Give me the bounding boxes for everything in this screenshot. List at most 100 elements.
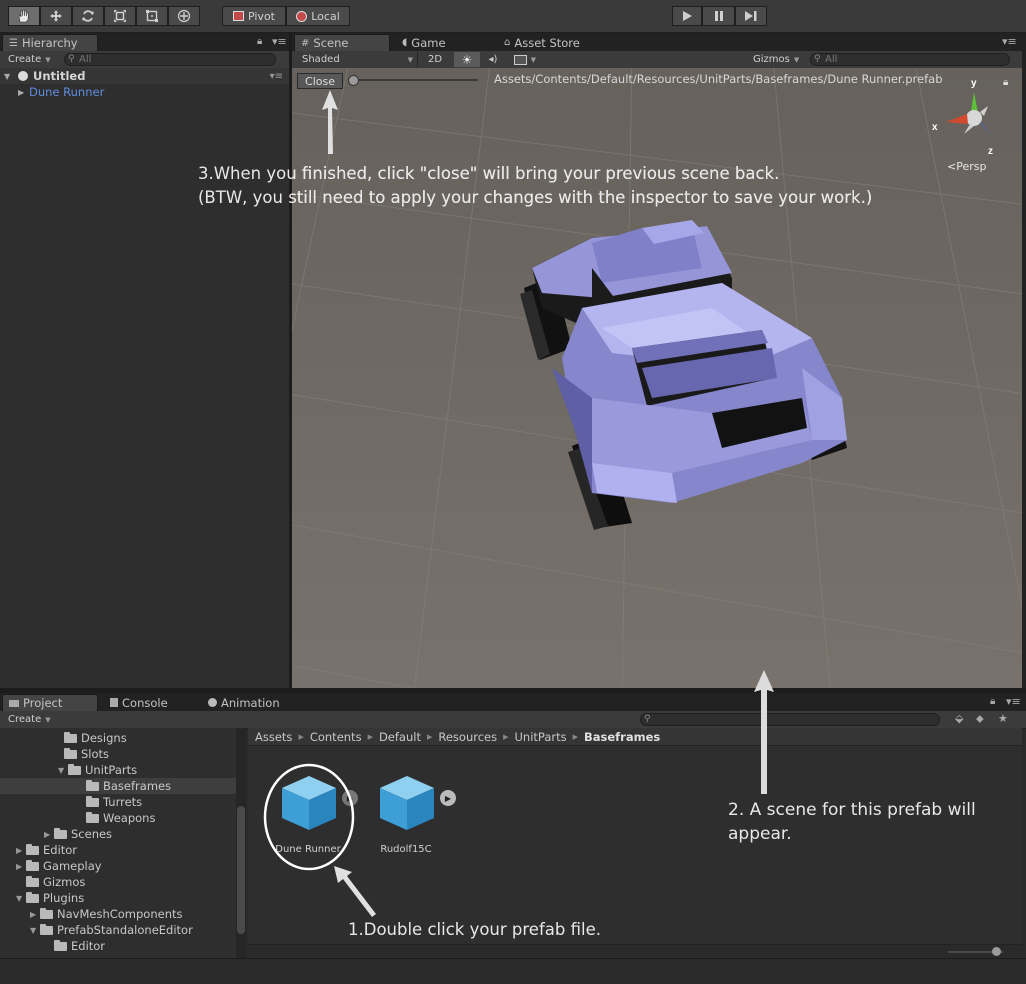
expand-prefab-button[interactable]: ▶ [440, 790, 456, 806]
pivot-toggles: Pivot Local [222, 6, 350, 26]
tab-scene[interactable]: # Scene [294, 34, 390, 51]
scene-row[interactable]: ▼ Untitled ▾≡ [0, 68, 289, 84]
rect-transform-icon [146, 10, 158, 22]
tree-item-editor[interactable]: ▶ Editor [16, 842, 77, 858]
shading-mode-dropdown[interactable]: Shaded ▼ [296, 52, 418, 67]
scene-viewport[interactable]: Close Assets/Contents/Default/Resources/… [292, 68, 1022, 688]
tree-arrow-icon[interactable]: ▼ [58, 766, 68, 775]
tree-item-gizmos[interactable]: Gizmos [16, 874, 85, 890]
tree-item-baseframes[interactable]: Baseframes [0, 778, 236, 794]
breadcrumb-item[interactable]: UnitParts [515, 730, 567, 744]
tree-arrow-icon[interactable]: ▼ [16, 894, 26, 903]
tree-scrollbar[interactable] [236, 728, 246, 958]
tree-item-editor-sub[interactable]: Editor [44, 938, 105, 954]
tree-item-prefabstandaloneeditor[interactable]: ▼ PrefabStandaloneEditor [30, 922, 193, 938]
tree-item-weapons[interactable]: Weapons [76, 810, 155, 826]
tree-item-gameplay[interactable]: ▶ Gameplay [16, 858, 102, 874]
tab-animation[interactable]: Animation [202, 694, 286, 711]
filter-type-icon[interactable]: ⬙ [955, 712, 963, 725]
2d-toggle[interactable]: 2D [422, 52, 448, 67]
breadcrumb-current[interactable]: Baseframes [584, 730, 660, 744]
hierarchy-item-dune-runner[interactable]: ▶ Dune Runner [0, 84, 289, 100]
chevron-right-icon: ▶ [572, 732, 578, 741]
image-icon [514, 54, 527, 65]
annotation-step3-line1-overlay: 3.When you finished, click "close" will … [198, 164, 780, 183]
step-button[interactable] [735, 6, 767, 26]
tree-item-navmeshcomponents[interactable]: ▶ NavMeshComponents [30, 906, 183, 922]
scene-search-input[interactable]: ⚲ All [810, 53, 1010, 66]
breadcrumb-item[interactable]: Contents [310, 730, 362, 744]
pause-button[interactable] [702, 6, 735, 26]
favorite-star-icon[interactable]: ★ [998, 712, 1008, 725]
tree-item-scenes[interactable]: ▶ Scenes [44, 826, 112, 842]
project-create-dropdown[interactable]: Create ▼ [2, 712, 57, 727]
close-prefab-button[interactable]: Close [297, 73, 343, 89]
sun-icon: ☀ [461, 52, 473, 67]
breadcrumb-item[interactable]: Assets [255, 730, 292, 744]
local-button[interactable]: Local [286, 6, 350, 26]
zoom-slider-handle[interactable] [348, 75, 359, 86]
assets-footer [248, 944, 1022, 959]
tree-arrow-icon[interactable]: ▶ [16, 846, 26, 855]
tab-asset-store[interactable]: ⌂ Asset Store [498, 34, 586, 51]
perspective-toggle[interactable]: <Persp [947, 160, 986, 173]
hand-icon [18, 9, 29, 23]
lighting-toggle[interactable]: ☀ [454, 52, 480, 67]
scale-tool-button[interactable] [104, 6, 136, 26]
hierarchy-create-dropdown[interactable]: Create ▼ [2, 52, 57, 67]
rect-tool-button[interactable] [136, 6, 168, 26]
folder-icon [40, 923, 53, 935]
move-tool-button[interactable] [40, 6, 72, 26]
lock-icon[interactable]: 🔒︎ [257, 36, 262, 47]
lock-icon[interactable]: 🔒︎ [990, 696, 995, 707]
panel-menu-icon[interactable]: ▾≡ [272, 35, 287, 48]
orientation-gizmo[interactable]: y x z [924, 78, 1004, 158]
hand-tool-button[interactable] [8, 6, 40, 26]
tree-item-designs[interactable]: Designs [54, 730, 127, 746]
rotate-tool-button[interactable] [72, 6, 104, 26]
zoom-slider[interactable] [348, 79, 478, 81]
tab-hierarchy[interactable]: ☰ Hierarchy [2, 34, 98, 51]
folder-icon [54, 939, 67, 951]
folder-icon [86, 811, 99, 823]
tree-item-slots[interactable]: Slots [54, 746, 109, 762]
tree-arrow-icon[interactable]: ▶ [16, 862, 26, 871]
tree-arrow-icon[interactable]: ▶ [30, 910, 40, 919]
transform-tools [8, 6, 200, 26]
rotate-icon [82, 10, 94, 22]
breadcrumb-item[interactable]: Resources [438, 730, 497, 744]
project-search-input[interactable]: ⚲ [640, 713, 940, 726]
project-tabbar: Project Console Animation 🔒︎ ▾≡ [0, 693, 1026, 711]
step-icon [745, 11, 757, 21]
icon-size-slider-handle[interactable] [992, 947, 1001, 956]
tree-arrow-icon[interactable]: ▼ [30, 926, 40, 935]
scene-panel-menu-icon[interactable]: ▾≡ [1002, 35, 1017, 48]
pivot-button[interactable]: Pivot [222, 6, 286, 26]
expand-arrow-icon[interactable]: ▶ [18, 88, 28, 97]
gizmos-dropdown[interactable]: Gizmos ▼ [747, 52, 805, 67]
tab-console[interactable]: Console [104, 694, 174, 711]
tree-item-unitparts[interactable]: ▼ UnitParts [58, 762, 137, 778]
audio-toggle[interactable]: ◂) [480, 52, 506, 67]
breadcrumb-item[interactable]: Default [379, 730, 421, 744]
tree-scrollbar-thumb[interactable] [237, 806, 245, 934]
effects-dropdown[interactable]: ▼ [508, 52, 542, 67]
folder-icon [9, 699, 19, 707]
tab-project[interactable]: Project [2, 694, 98, 711]
tree-item-plugins[interactable]: ▼ Plugins [16, 890, 84, 906]
tab-game[interactable]: ◖ Game [396, 34, 452, 51]
play-button[interactable] [672, 6, 702, 26]
hierarchy-search-input[interactable]: ⚲ All [64, 53, 276, 66]
collapse-arrow-icon[interactable]: ▼ [4, 72, 14, 81]
tree-item-turrets[interactable]: Turrets [76, 794, 142, 810]
asset-rudolf15c[interactable]: Rudolf15C [370, 772, 442, 862]
hierarchy-list: ▼ Untitled ▾≡ ▶ Dune Runner [0, 68, 289, 688]
scene-menu-icon[interactable]: ▾≡ [270, 71, 283, 82]
project-panel-menu-icon[interactable]: ▾≡ [1006, 695, 1021, 708]
transform-tool-button[interactable] [168, 6, 200, 26]
tree-arrow-icon[interactable]: ▶ [44, 830, 54, 839]
main-toolbar: Pivot Local [0, 0, 1026, 33]
folder-icon [86, 795, 99, 807]
folder-icon [64, 731, 77, 743]
label-tag-icon[interactable]: ⬥ [976, 712, 984, 726]
